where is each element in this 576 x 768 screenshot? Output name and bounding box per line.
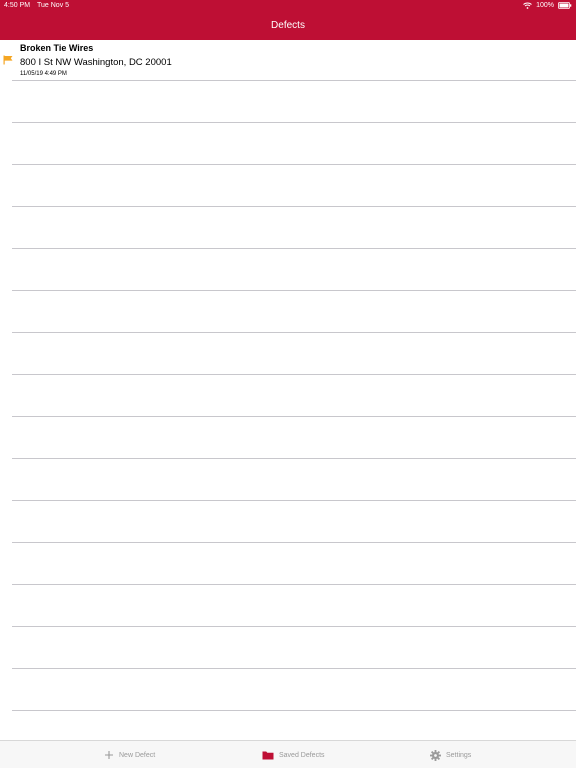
tab-label: New Defect <box>119 751 156 759</box>
tab-label: Saved Defects <box>279 751 325 759</box>
tab-label: Settings <box>446 751 472 759</box>
tab-settings[interactable]: Settings <box>430 741 471 768</box>
empty-row <box>12 417 576 459</box>
defect-timestamp: 11/05/19 4:49 PM <box>20 71 67 77</box>
tab-saved-defects[interactable]: Saved Defects <box>262 741 325 768</box>
status-bar: 4:50 PM Tue Nov 5 100% <box>0 0 576 11</box>
empty-row <box>12 291 576 333</box>
empty-row <box>12 165 576 207</box>
defect-list[interactable]: Broken Tie Wires 800 I St NW Washington,… <box>0 40 576 740</box>
empty-row <box>12 81 576 123</box>
defect-row[interactable]: Broken Tie Wires 800 I St NW Washington,… <box>0 40 576 81</box>
plus-icon <box>104 750 114 760</box>
empty-row <box>12 123 576 165</box>
defect-title: Broken Tie Wires <box>20 43 94 53</box>
status-date: Tue Nov 5 <box>37 2 70 9</box>
folder-icon <box>262 750 274 760</box>
empty-row <box>12 627 576 669</box>
tab-bar: New Defect Saved Defects Settings <box>0 740 576 768</box>
empty-row <box>12 711 576 740</box>
empty-row <box>12 585 576 627</box>
battery-icon <box>558 2 572 9</box>
page-title: Defects <box>271 20 305 31</box>
status-indicators: 100% <box>523 0 572 11</box>
battery-percentage: 100% <box>536 2 554 9</box>
gear-icon <box>430 749 441 761</box>
tab-new-defect[interactable]: New Defect <box>104 741 155 768</box>
flag-icon <box>3 55 13 65</box>
empty-row <box>12 543 576 585</box>
empty-row <box>12 207 576 249</box>
empty-row <box>12 249 576 291</box>
empty-row <box>12 459 576 501</box>
defect-address: 800 I St NW Washington, DC 20001 <box>20 57 172 68</box>
navigation-header: 4:50 PM Tue Nov 5 100% Defects <box>0 0 576 40</box>
wifi-icon <box>523 2 532 9</box>
empty-row <box>12 501 576 543</box>
app-screen: 4:50 PM Tue Nov 5 100% Defects Broken Ti… <box>0 0 576 768</box>
empty-row <box>12 375 576 417</box>
empty-row <box>12 669 576 711</box>
empty-row <box>12 333 576 375</box>
status-time: 4:50 PM <box>4 2 31 9</box>
